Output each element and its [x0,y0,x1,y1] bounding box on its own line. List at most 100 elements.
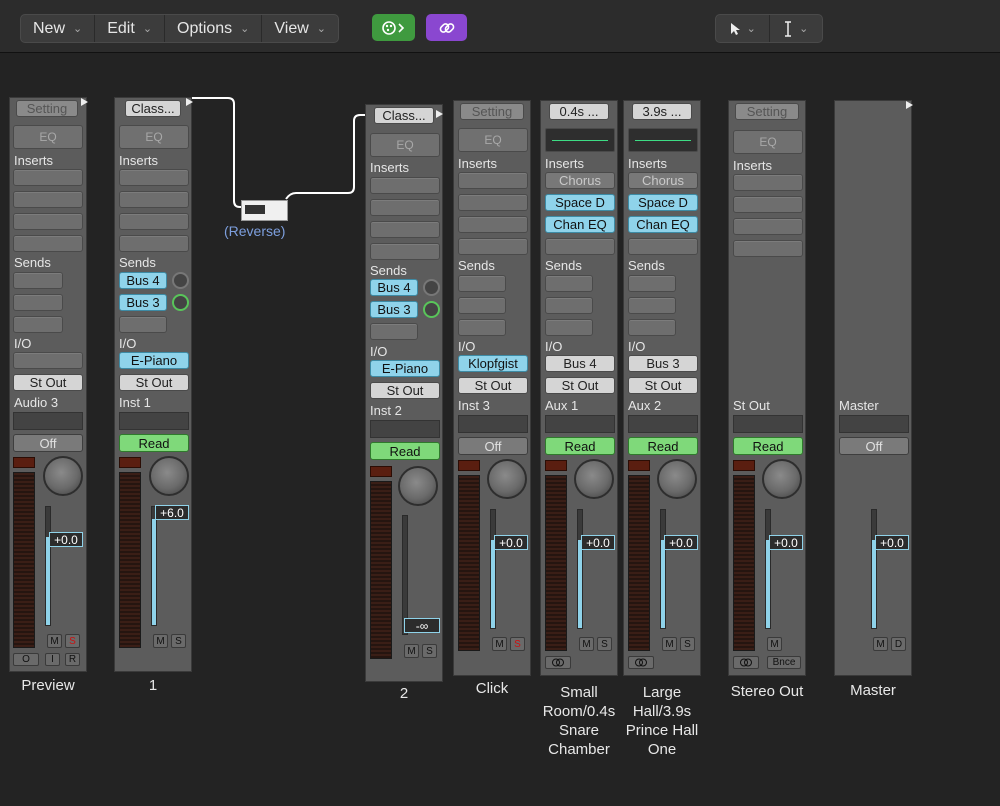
stereo-link-icon[interactable] [733,656,759,669]
channel-name-click[interactable]: Click [453,679,531,698]
automation-button[interactable]: Read [545,437,615,455]
insert-slot[interactable] [733,174,803,191]
send-slot[interactable] [545,319,593,336]
reverse-plugin-node[interactable] [241,200,288,221]
text-tool-button[interactable]: ⌄ [770,15,823,42]
automation-button[interactable]: Off [839,437,909,455]
clip-indicator[interactable] [733,460,755,471]
fader-track[interactable] [402,515,408,635]
fader-track[interactable] [151,506,157,626]
channel-name-stereo-out[interactable]: Stereo Out [728,682,806,701]
send-bus-4[interactable]: Bus 4 [119,272,167,289]
pan-knob[interactable] [398,466,438,506]
fader-track[interactable] [871,509,877,629]
view-menu[interactable]: View ⌄ [262,15,338,42]
mute-button[interactable]: M [492,637,507,651]
input-monitor-button[interactable]: I [45,653,60,666]
mute-button[interactable]: M [873,637,888,651]
fader-value[interactable]: +0.0 [494,535,528,550]
setting-button[interactable]: Setting [460,103,524,120]
bounce-button[interactable]: Bnce [767,656,801,669]
fader-value[interactable]: +0.0 [581,535,615,550]
insert-slot[interactable] [13,235,83,252]
output-button[interactable]: St Out [370,382,440,399]
insert-chan-eq[interactable]: Chan EQ [628,216,698,233]
automation-button[interactable]: Read [119,434,189,452]
group-slot[interactable] [545,415,615,433]
automation-button[interactable]: Read [628,437,698,455]
channel-name-2[interactable]: 2 [365,684,443,703]
send-level-knob[interactable] [423,301,440,318]
setting-button[interactable]: Setting [16,100,78,117]
input-button[interactable]: E-Piano [119,352,189,369]
input-button[interactable]: Klopfgist [458,355,528,372]
options-menu[interactable]: Options ⌄ [165,15,263,42]
output-button[interactable]: St Out [458,377,528,394]
group-slot[interactable] [839,415,909,433]
eq-display[interactable]: EQ [370,133,440,157]
send-bus-3[interactable]: Bus 3 [370,301,418,318]
solo-button[interactable]: S [510,637,525,651]
insert-slot[interactable] [119,169,189,186]
insert-slot[interactable] [733,218,803,235]
mute-button[interactable]: M [404,644,419,658]
output-button[interactable]: St Out [119,374,189,391]
output-button[interactable]: St Out [545,377,615,394]
insert-slot[interactable] [13,169,83,186]
solo-button[interactable]: S [680,637,695,651]
mute-button[interactable]: M [47,634,62,648]
eq-display[interactable]: EQ [733,130,803,154]
insert-slot[interactable] [370,243,440,260]
pan-knob[interactable] [762,459,802,499]
clip-indicator[interactable] [628,460,650,471]
channel-name-aux1[interactable]: Small Room/0.4s Snare Chamber [540,683,618,759]
record-enable-button[interactable]: O [13,653,39,666]
fader-track[interactable] [490,509,496,629]
fader-value[interactable]: +0.0 [664,535,698,550]
pan-knob[interactable] [657,459,697,499]
send-level-knob[interactable] [172,294,189,311]
insert-slot[interactable] [370,221,440,238]
send-slot[interactable] [628,275,676,292]
insert-space-d[interactable]: Space D [628,194,698,211]
send-bus-3[interactable]: Bus 3 [119,294,167,311]
insert-slot[interactable] [458,194,528,211]
send-slot[interactable] [13,294,63,311]
send-slot[interactable] [13,316,63,333]
insert-slot[interactable] [733,240,803,257]
send-level-knob[interactable] [172,272,189,289]
channel-name-master[interactable]: Master [834,681,912,700]
send-slot[interactable] [545,275,593,292]
insert-slot[interactable] [628,238,698,255]
group-slot[interactable] [119,412,189,430]
clip-indicator[interactable] [458,460,480,471]
group-slot[interactable] [458,415,528,433]
fader-track[interactable] [577,509,583,629]
send-slot[interactable] [13,272,63,289]
new-menu[interactable]: New ⌄ [21,15,96,42]
insert-slot[interactable] [119,191,189,208]
clip-indicator[interactable] [370,466,392,477]
setting-button[interactable]: 3.9s ... [632,103,692,120]
group-slot[interactable] [628,415,698,433]
clip-indicator[interactable] [119,457,141,468]
solo-button[interactable]: S [65,634,80,648]
insert-slot[interactable] [545,238,615,255]
send-slot[interactable] [628,319,676,336]
fader-value[interactable]: +0.0 [49,532,83,547]
plugin-palette-button[interactable] [372,14,415,41]
setting-button[interactable]: Setting [735,103,799,120]
setting-button[interactable]: Class... [374,107,434,124]
eq-curve-display[interactable] [628,128,698,152]
insert-slot[interactable] [13,213,83,230]
automation-button[interactable]: Off [458,437,528,455]
group-slot[interactable] [733,415,803,433]
send-bus-4[interactable]: Bus 4 [370,279,418,296]
clip-indicator[interactable] [545,460,567,471]
input-button[interactable]: Bus 3 [628,355,698,372]
disclosure-arrow-icon[interactable] [436,110,443,118]
output-button[interactable]: St Out [628,377,698,394]
pan-knob[interactable] [43,456,83,496]
insert-slot[interactable] [733,196,803,213]
send-slot[interactable] [370,323,418,340]
